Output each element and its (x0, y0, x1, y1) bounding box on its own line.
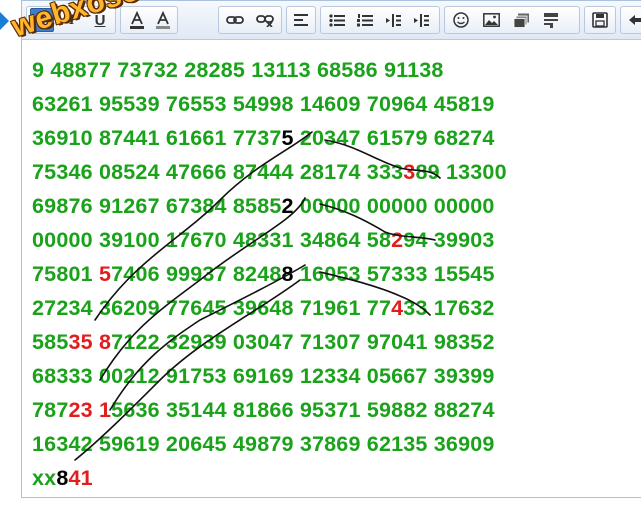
result-text: 89 13300 (415, 160, 507, 184)
editor-content[interactable]: 9 48877 73732 28285 13113 68586 91138 632… (32, 53, 592, 495)
result-text: 9 (32, 58, 51, 82)
result-line: 36910 87441 61661 77375 20347 61579 6827… (32, 121, 592, 155)
table-icon (513, 13, 529, 28)
numbered-list-icon (357, 13, 373, 26)
save-icon (592, 12, 608, 28)
align-left-button[interactable] (289, 8, 313, 32)
link-icon (226, 16, 244, 24)
link-button[interactable] (223, 8, 247, 32)
bulleted-list-icon (329, 13, 345, 27)
rich-text-editor[interactable]: B I U 9 48877 73732 28285 13113 68586 91… (21, 0, 641, 498)
highlighted-digit-black: 5 (281, 126, 294, 150)
result-text: 787 (32, 398, 69, 422)
toolbar-group-insert (444, 6, 580, 34)
result-line: 00000 39100 17670 48331 34864 58294 3990… (32, 223, 592, 257)
result-text: 585 (32, 330, 69, 354)
toolbar-group-links (218, 6, 282, 34)
highlighted-digit-red: 8 (99, 330, 112, 354)
highlighted-digit-red: 2 (391, 228, 404, 252)
result-text: 69876 91267 67384 8585 (32, 194, 282, 218)
result-line: 9 48877 73732 28285 13113 68586 91138 (32, 53, 592, 87)
table-button[interactable] (509, 8, 533, 32)
result-text: 16053 57333 15545 (293, 262, 495, 286)
font-color-button[interactable] (125, 8, 149, 32)
toolbar-group-lists (320, 6, 440, 34)
toolbar-group-save (584, 6, 616, 34)
bulleted-list-button[interactable] (325, 8, 349, 32)
result-line: 68333 00212 91753 69169 12334 05667 3939… (32, 359, 592, 393)
result-text: 7406 99937 8248 (111, 262, 282, 286)
result-text: xx (32, 466, 57, 490)
highlighted-digit-red: 1 (99, 398, 112, 422)
result-text: 75801 (32, 262, 99, 286)
undo-icon (629, 15, 641, 25)
highlighted-digit-red: 3 (403, 160, 416, 184)
result-text: 00000 39100 17670 48331 34864 58 (32, 228, 392, 252)
result-text: 94 39903 (403, 228, 495, 252)
background-color-button[interactable] (151, 8, 175, 32)
result-line: 75346 08524 47666 87444 28174 333389 133… (32, 155, 592, 189)
font-color-icon (130, 11, 144, 29)
highlighted-digit-black: 8 (281, 262, 294, 286)
indent-icon (414, 13, 429, 27)
result-text: 75346 08524 47666 87444 28174 333 (32, 160, 404, 184)
highlighted-digit-red: 4 (391, 296, 404, 320)
result-line: 75801 57406 99937 82488 16053 57333 1554… (32, 257, 592, 291)
result-text: 33 17632 (403, 296, 495, 320)
result-text: 63261 95539 76553 54998 14609 70964 4581… (32, 92, 495, 116)
numbered-list-button[interactable] (353, 8, 377, 32)
save-button[interactable] (588, 8, 612, 32)
result-line: 78723 15636 35144 81866 95371 59882 8827… (32, 393, 592, 427)
unlink-icon (256, 15, 274, 27)
align-left-icon (294, 14, 308, 26)
outdent-button[interactable] (381, 8, 405, 32)
more-icon (544, 13, 558, 28)
result-line: xx841 (32, 461, 592, 495)
result-text: 48877 73732 28285 13113 68586 91138 (50, 58, 444, 82)
result-text: 16342 59619 20645 49879 37869 62135 3690… (32, 432, 495, 456)
undo-button[interactable] (624, 8, 641, 32)
result-line: 16342 59619 20645 49879 37869 62135 3690… (32, 427, 592, 461)
emoji-button[interactable] (449, 8, 473, 32)
background-color-icon (156, 11, 170, 29)
result-text: 36910 87441 61661 7737 (32, 126, 282, 150)
highlighted-digit-red: 5 (98, 262, 112, 286)
outdent-icon (386, 13, 401, 27)
image-icon (482, 13, 500, 27)
result-text: 27234 36209 77645 39648 71961 77 (32, 296, 392, 320)
result-text: 68333 00212 91753 69169 12334 05667 3939… (32, 364, 495, 388)
result-line: 63261 95539 76553 54998 14609 70964 4581… (32, 87, 592, 121)
more-button[interactable] (539, 8, 563, 32)
result-line: 58535 87122 32939 03047 71307 97041 9835… (32, 325, 592, 359)
result-text: 7122 32939 03047 71307 97041 98352 (111, 330, 495, 354)
unlink-button[interactable] (253, 8, 277, 32)
highlighted-digit-red: 41 (68, 466, 93, 490)
toolbar-group-history (620, 6, 641, 34)
highlighted-digit-black: 2 (281, 194, 294, 218)
image-button[interactable] (479, 8, 503, 32)
indent-button[interactable] (409, 8, 433, 32)
highlighted-digit-red: 35 (68, 330, 93, 354)
result-line: 27234 36209 77645 39648 71961 77433 1763… (32, 291, 592, 325)
toolbar-group-align (286, 6, 316, 34)
result-text: 20347 61579 68274 (293, 126, 495, 150)
result-line: 69876 91267 67384 85852 00000 00000 0000… (32, 189, 592, 223)
emoji-icon (453, 12, 469, 28)
result-text: 00000 00000 00000 (293, 194, 495, 218)
highlighted-digit-red: 23 (68, 398, 93, 422)
highlighted-digit-black: 8 (56, 466, 69, 490)
arrow-marker-icon (0, 12, 9, 30)
result-text: 5636 35144 81866 95371 59882 88274 (111, 398, 495, 422)
